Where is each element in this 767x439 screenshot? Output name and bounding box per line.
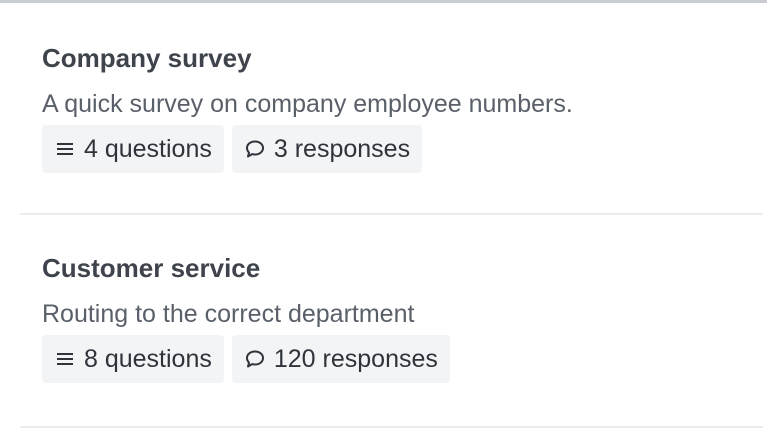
comment-icon [244, 348, 266, 370]
questions-count: 8 questions [84, 344, 212, 373]
survey-list: Company survey A quick survey on company… [20, 3, 763, 428]
questions-count-chip: 8 questions [42, 335, 224, 383]
survey-meta: 8 questions 120 responses [42, 335, 763, 383]
survey-card[interactable]: Customer service Routing to the correct … [20, 215, 763, 428]
survey-description: Routing to the correct department [42, 300, 415, 328]
list-icon [54, 138, 76, 160]
responses-count-chip: 3 responses [231, 125, 423, 173]
list-icon [54, 348, 76, 370]
survey-title: Company survey [42, 43, 252, 73]
responses-count: 3 responses [273, 134, 411, 163]
questions-count-chip: 4 questions [42, 125, 224, 173]
survey-description: A quick survey on company employee numbe… [42, 90, 573, 118]
survey-title: Customer service [42, 253, 261, 283]
survey-card[interactable]: Company survey A quick survey on company… [20, 3, 763, 215]
survey-meta: 4 questions 3 responses [42, 125, 763, 173]
responses-count: 120 responses [273, 344, 438, 373]
responses-count-chip: 120 responses [231, 335, 450, 383]
comment-icon [244, 138, 266, 160]
questions-count: 4 questions [84, 134, 212, 163]
